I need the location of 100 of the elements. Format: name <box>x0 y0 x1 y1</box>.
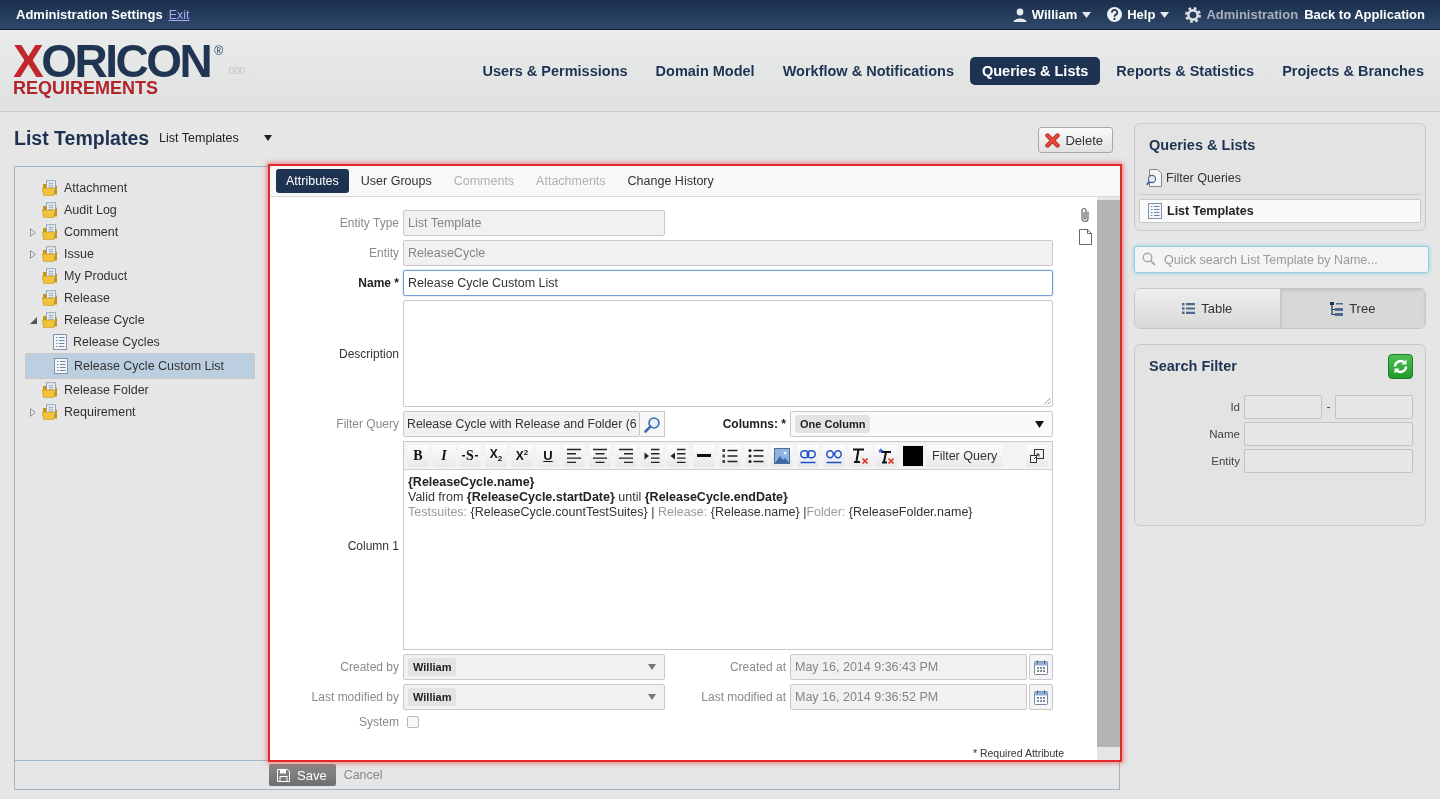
field-label: Last modified by <box>311 690 400 704</box>
template-line: Valid from {ReleaseCycle.startDate} until {ReleaseCycle.endDate} <box>408 490 789 505</box>
app-title: Administration Settings <box>16 7 163 22</box>
calendar-button[interactable] <box>1029 684 1053 710</box>
range-separator: - <box>1325 400 1332 414</box>
range-end-field[interactable] <box>1335 395 1413 419</box>
bullet-list-button[interactable] <box>745 444 767 467</box>
resize-handle-icon[interactable] <box>1043 397 1051 405</box>
nav-tab[interactable]: Projects & Branches <box>1270 56 1436 85</box>
horizontal-rule-button[interactable] <box>693 444 715 467</box>
tab[interactable]: Change History <box>617 169 724 193</box>
align-center-button[interactable] <box>589 444 611 467</box>
field-label: Column 1 <box>347 538 400 553</box>
tree-item[interactable]: Release Cycle Custom List <box>25 353 255 379</box>
image-icon <box>774 447 790 464</box>
description-field[interactable] <box>403 300 1053 407</box>
nav-tab[interactable]: Reports & Statistics <box>1104 56 1267 85</box>
tree-item[interactable]: Release <box>25 287 255 309</box>
tree-item[interactable]: Attachment <box>25 177 255 199</box>
columns-select[interactable]: One Column <box>790 411 1053 437</box>
filter-field[interactable] <box>1244 422 1413 446</box>
format-button[interactable]: X$_{2}$ <box>485 444 507 467</box>
back-to-application-link[interactable]: Back to Application <box>1304 7 1425 22</box>
view-select[interactable]: List Templates <box>159 131 273 145</box>
logo-subtitle: REQUIREMENTS <box>13 80 159 96</box>
link-button[interactable] <box>797 444 819 467</box>
calendar-button[interactable] <box>1029 654 1053 680</box>
outdent-button[interactable] <box>667 444 689 467</box>
format-button[interactable]: S <box>459 444 481 467</box>
gear-icon <box>1185 6 1202 23</box>
sidebar-item[interactable]: Filter Queries <box>1139 166 1421 190</box>
document-icon[interactable] <box>1079 229 1092 245</box>
folder-icon <box>42 268 59 284</box>
search-icon <box>1142 252 1156 266</box>
format-button[interactable]: X$^{2}$ <box>511 444 533 467</box>
delete-button[interactable]: Delete <box>1038 127 1113 153</box>
tree-item[interactable]: Release Cycles <box>25 331 255 353</box>
search-button[interactable] <box>640 411 665 437</box>
field-label: System <box>359 715 400 729</box>
template-line: {ReleaseCycle.name} <box>408 475 536 490</box>
admin-label: Administration <box>1206 7 1299 22</box>
collapse-arrow-icon[interactable] <box>30 316 37 324</box>
tree-item[interactable]: My Product <box>25 265 255 287</box>
filter-field[interactable] <box>1244 449 1413 473</box>
format-button[interactable]: U <box>537 444 559 467</box>
folder-icon <box>42 224 59 240</box>
sidebar-item[interactable]: List Templates <box>1139 199 1421 223</box>
name-field[interactable]: Release Cycle Custom List <box>403 270 1053 296</box>
tree-item[interactable]: Requirement <box>25 401 255 423</box>
filter-label: Id <box>1230 401 1241 413</box>
format-button[interactable]: I <box>433 444 455 467</box>
caret-icon <box>264 135 273 141</box>
refresh-icon <box>1392 357 1409 375</box>
list-icon <box>53 358 69 374</box>
indent-button[interactable] <box>641 444 663 467</box>
nav-tab[interactable]: Domain Model <box>643 56 767 85</box>
nav-tab[interactable]: Users & Permissions <box>470 56 640 85</box>
field-label: Entity <box>369 246 400 260</box>
selected-option: One Column <box>795 415 871 433</box>
folder-icon <box>42 180 59 196</box>
caret-icon <box>648 694 656 700</box>
folder-icon <box>42 312 59 328</box>
refresh-button[interactable] <box>1388 353 1413 379</box>
save-button[interactable]: Save <box>269 764 336 786</box>
insert-filter-query-button[interactable]: Filter Query <box>927 444 1003 467</box>
tab[interactable]: User Groups <box>350 169 442 193</box>
nav-tab[interactable]: Queries & Lists <box>970 56 1101 85</box>
folder-icon <box>42 290 59 306</box>
delete-icon <box>1045 132 1061 148</box>
clear-all-format-icon <box>878 447 894 464</box>
format-button[interactable]: B <box>407 444 429 467</box>
nav-tab[interactable]: Workflow & Notifications <box>770 56 966 85</box>
view-toggle[interactable]: Tree <box>1279 289 1425 328</box>
image-button[interactable] <box>771 444 793 467</box>
align-right-button[interactable] <box>615 444 637 467</box>
tree-item[interactable]: Audit Log <box>25 199 255 221</box>
user-menu[interactable]: William <box>1012 7 1092 22</box>
numbered-list-button[interactable] <box>719 444 741 467</box>
tree-item[interactable]: Release Folder <box>25 379 255 401</box>
tree-item[interactable]: Issue <box>25 243 255 265</box>
search-field[interactable]: Quick search List Template by Name... <box>1134 246 1429 273</box>
align-left-button[interactable] <box>563 444 585 467</box>
caret-icon <box>1160 11 1170 18</box>
clear-format-button[interactable] <box>849 444 871 467</box>
folder-icon <box>42 382 59 398</box>
tab[interactable]: Attributes <box>276 169 349 193</box>
tree-item[interactable]: Release Cycle <box>25 309 255 331</box>
exit-link[interactable]: Exit <box>168 8 190 22</box>
tree-item[interactable]: Comment <box>25 221 255 243</box>
range-start-field[interactable] <box>1244 395 1322 419</box>
clear-all-format-button[interactable] <box>875 444 897 467</box>
paperclip-icon[interactable] <box>1080 207 1091 223</box>
swatch-icon[interactable] <box>903 445 923 466</box>
view-toggle[interactable]: Table <box>1135 289 1280 328</box>
clear-format-icon <box>852 447 868 464</box>
help-menu[interactable]: Help <box>1107 7 1170 22</box>
calendar-icon <box>1034 689 1048 705</box>
field-label: Description <box>338 346 400 361</box>
maximize-button[interactable] <box>1026 444 1048 467</box>
unlink-button[interactable] <box>823 444 845 467</box>
